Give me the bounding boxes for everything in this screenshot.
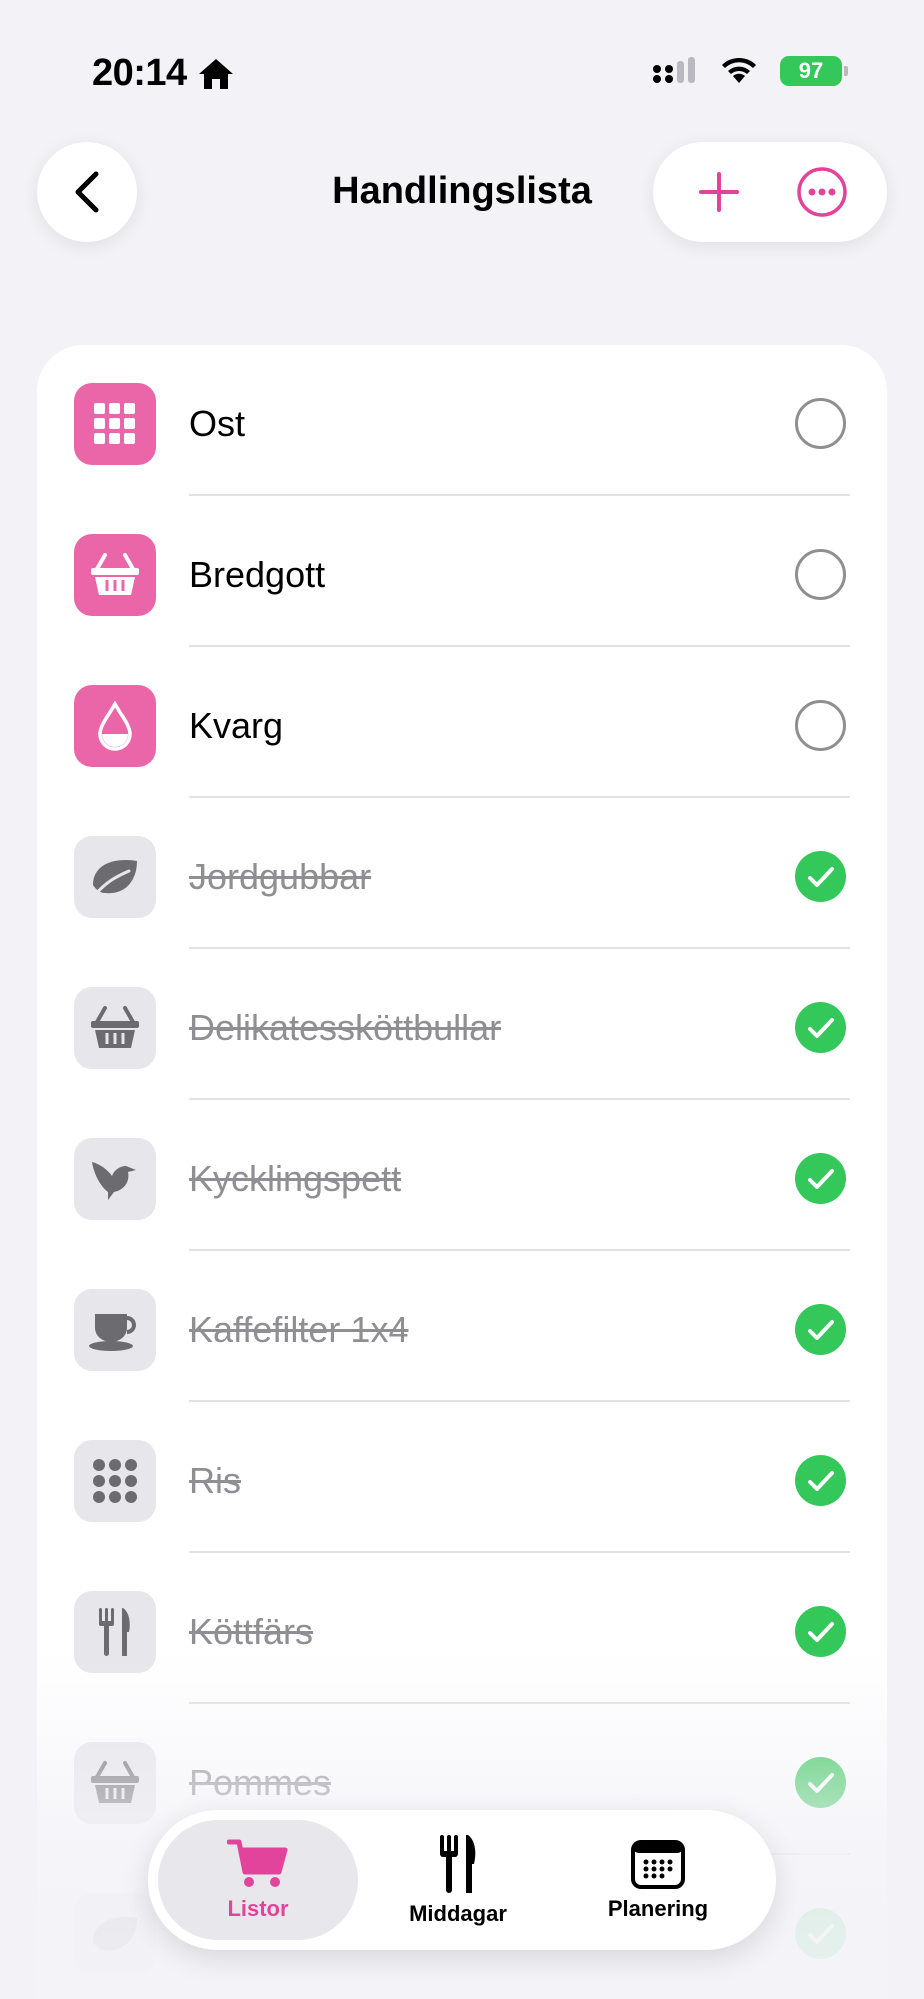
item-checkbox[interactable] (795, 700, 846, 751)
basket-icon (91, 1761, 139, 1803)
list-item[interactable]: Kvarg (37, 647, 887, 798)
checkmark-icon (807, 1168, 834, 1189)
item-checkbox[interactable] (795, 1002, 846, 1053)
item-checkbox[interactable] (795, 549, 846, 600)
more-button[interactable] (787, 157, 857, 227)
status-indicators: 97 (652, 56, 848, 86)
item-icon-tile (74, 836, 156, 918)
cart-icon (227, 1839, 288, 1887)
item-checkbox[interactable] (795, 1153, 846, 1204)
item-icon-tile (74, 534, 156, 616)
status-bar: 20:14 97 (0, 0, 924, 130)
drop-icon (98, 701, 132, 751)
tab-listor[interactable]: Listor (158, 1820, 358, 1940)
item-icon-tile (74, 383, 156, 465)
home-icon (198, 58, 233, 89)
item-icon-tile (74, 1289, 156, 1371)
item-checkbox[interactable] (795, 851, 846, 902)
item-icon-tile (74, 1138, 156, 1220)
item-label: Pommes (189, 1762, 332, 1803)
item-label: Delikatessköttbullar (189, 1007, 502, 1048)
item-icon-tile (74, 1440, 156, 1522)
item-label: Bredgott (189, 554, 326, 595)
item-icon-tile (74, 987, 156, 1069)
item-checkbox[interactable] (795, 1908, 846, 1959)
checkmark-icon (807, 1470, 834, 1491)
checkmark-icon (807, 866, 834, 887)
item-icon-tile (74, 685, 156, 767)
checkmark-icon (807, 1319, 834, 1340)
tab-label: Planering (607, 1896, 709, 1921)
item-label: Köttfärs (189, 1611, 314, 1652)
plus-icon (698, 172, 739, 212)
tab-label: Listor (227, 1896, 289, 1921)
shopping-list: Ost Bredgott Kvarg Jordgubbar Delikatess… (37, 345, 887, 1999)
clock: 20:14 (92, 52, 235, 95)
calendar-icon (631, 1840, 685, 1889)
tab-planering[interactable]: Planering (558, 1820, 758, 1940)
checkmark-icon (807, 1017, 834, 1038)
bird-icon (92, 1162, 136, 1200)
list-item[interactable]: Kaffefilter 1x4 (37, 1251, 887, 1402)
item-icon-tile (74, 1591, 156, 1673)
item-checkbox[interactable] (795, 1304, 846, 1355)
checkmark-icon (807, 1772, 834, 1793)
item-label: Ris (189, 1460, 241, 1501)
item-label: Jordgubbar (189, 856, 372, 897)
list-item[interactable]: Ost (37, 345, 887, 496)
grid-icon (94, 403, 135, 444)
item-checkbox[interactable] (795, 1455, 846, 1506)
item-label: Kvarg (189, 705, 284, 746)
list-item[interactable]: Köttfärs (37, 1553, 887, 1704)
battery-level: 97 (798, 58, 824, 83)
leaf-icon (93, 860, 137, 897)
leaf-icon (93, 1917, 137, 1951)
item-label: Kycklingspett (189, 1158, 402, 1199)
fork-knife-icon (99, 1608, 130, 1656)
list-item[interactable]: Kycklingspett (37, 1100, 887, 1251)
item-checkbox[interactable] (795, 1757, 846, 1808)
list-item[interactable]: Jordgubbar (37, 798, 887, 949)
basket-icon (91, 1006, 139, 1048)
list-item[interactable]: Ris (37, 1402, 887, 1553)
item-checkbox[interactable] (795, 398, 846, 449)
list-item[interactable]: Delikatessköttbullar (37, 949, 887, 1100)
battery-indicator: 97 (780, 56, 848, 86)
wifi-icon (722, 57, 756, 83)
list-item[interactable]: Bredgott (37, 496, 887, 647)
tab-bar: Listor Middagar Planering (148, 1810, 776, 1950)
checkmark-icon (807, 1621, 834, 1642)
tab-label: Middagar (409, 1901, 507, 1926)
ellipsis-circle-icon (796, 167, 847, 217)
item-label: Kaffefilter 1x4 (189, 1309, 409, 1350)
item-checkbox[interactable] (795, 1606, 846, 1657)
dots-icon (93, 1459, 137, 1503)
item-icon-tile (74, 1742, 156, 1824)
checkmark-icon (807, 1923, 834, 1944)
item-icon-tile (74, 1893, 156, 1975)
clock-text: 20:14 (92, 52, 187, 94)
add-button[interactable] (684, 157, 754, 227)
signal-icon (653, 57, 695, 83)
cup-icon (89, 1314, 136, 1351)
item-label: Ost (189, 403, 246, 444)
tab-middagar[interactable]: Middagar (358, 1820, 558, 1940)
basket-icon (91, 553, 139, 595)
fork-knife-icon (440, 1835, 476, 1893)
action-group (653, 142, 887, 242)
